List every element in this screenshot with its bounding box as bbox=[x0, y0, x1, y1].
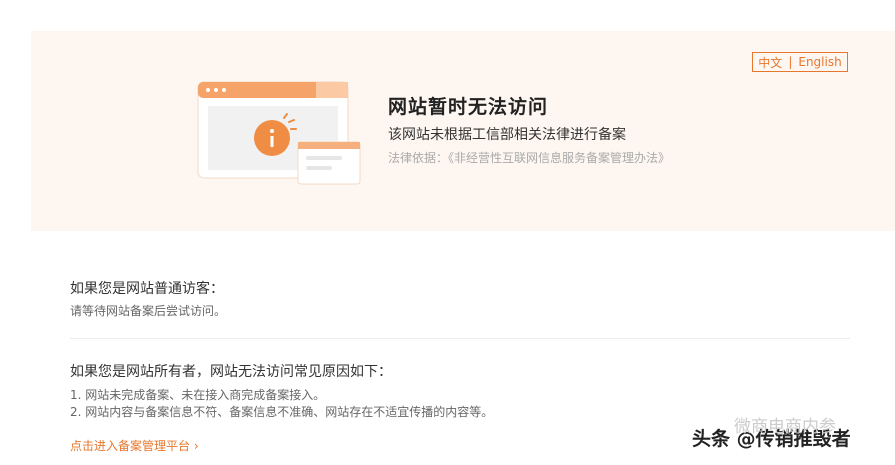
visitor-text: 请等待网站备案后尝试访问。 bbox=[70, 304, 227, 318]
browser-info-illustration-icon bbox=[197, 81, 361, 185]
owner-heading: 如果您是网站所有者，网站无法访问常见原因如下： bbox=[70, 364, 392, 380]
page-title: 网站暂时无法访问 bbox=[388, 96, 549, 118]
lang-en[interactable]: English bbox=[798, 55, 841, 69]
visitor-heading: 如果您是网站普通访客： bbox=[70, 281, 224, 297]
legal-basis: 法律依据：《非经营性互联网信息服务备案管理办法》 bbox=[388, 151, 671, 165]
language-switch[interactable]: 中文 | English bbox=[752, 52, 848, 72]
lang-separator: | bbox=[788, 55, 793, 69]
watermark: 微商电商内参 头条 @传销推毁者 bbox=[692, 417, 851, 451]
lang-zh[interactable]: 中文 bbox=[758, 54, 782, 71]
section-divider bbox=[70, 338, 850, 339]
notice-subtitle: 该网站未根据工信部相关法律进行备案 bbox=[388, 127, 626, 143]
watermark-ghost-text: 微商电商内参 bbox=[734, 417, 836, 437]
filing-platform-link[interactable]: 点击进入备案管理平台 › bbox=[70, 437, 199, 454]
reason-item: 2. 网站内容与备案信息不符、备案信息不准确、网站存在不适宜传播的内容等。 bbox=[70, 405, 494, 419]
reason-item: 1. 网站未完成备案、未在接入商完成备案接入。 bbox=[70, 388, 326, 402]
